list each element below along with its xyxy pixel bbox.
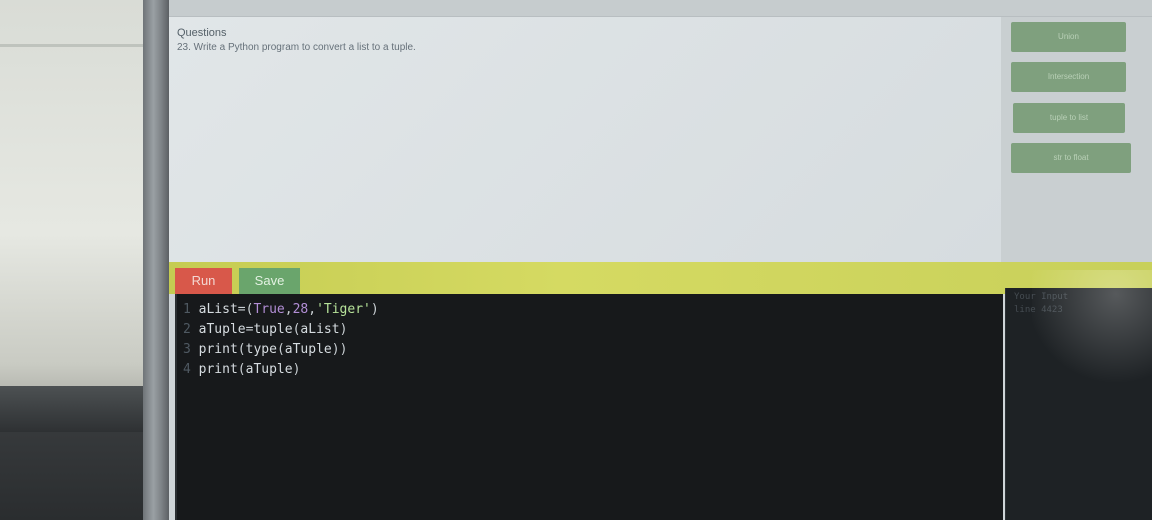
code-token: True <box>253 302 285 317</box>
code-line[interactable]: 1 aList=(True,28,'Tiger') <box>183 302 379 317</box>
desk-shelf <box>0 386 143 432</box>
output-line: Your Input <box>1014 292 1069 302</box>
code-token: , <box>308 302 317 317</box>
code-token: aList <box>300 322 340 337</box>
editor-gutter <box>175 294 177 520</box>
background-wall <box>0 0 143 520</box>
questions-heading: Questions <box>177 27 227 39</box>
code-token: type <box>245 342 277 357</box>
question-panel: Questions 23. Write a Python program to … <box>169 17 1001 262</box>
line-number: 1 <box>183 302 199 317</box>
code-token: ) <box>292 362 301 377</box>
code-line[interactable]: 3 print(type(aTuple)) <box>183 342 347 357</box>
code-token: ) <box>339 342 348 357</box>
code-token: ) <box>370 302 379 317</box>
code-token: ( <box>276 342 285 357</box>
code-token: print <box>198 362 238 377</box>
monitor-bezel <box>143 0 169 520</box>
code-token: ( <box>237 362 246 377</box>
code-token: aTuple <box>284 342 332 357</box>
line-number: 4 <box>183 362 199 377</box>
output-line: line 4423 <box>1014 305 1063 315</box>
code-token: aList <box>198 302 238 317</box>
code-editor[interactable]: 1 aList=(True,28,'Tiger') 2 aTuple=tuple(… <box>175 294 1003 520</box>
monitor-screen: Questions 23. Write a Python program to … <box>169 0 1152 520</box>
save-button[interactable]: Save <box>239 268 300 294</box>
browser-top-bar <box>169 0 1152 17</box>
code-token: aTuple <box>245 362 293 377</box>
snippet-panel: Union Intersection tuple to list str to … <box>1001 17 1152 262</box>
wall-trim <box>0 44 143 47</box>
code-token: ) <box>331 342 340 357</box>
code-token: ( <box>237 342 246 357</box>
code-token: tuple <box>253 322 293 337</box>
code-token: 28 <box>292 302 309 317</box>
code-token: = <box>237 302 246 317</box>
run-button[interactable]: Run <box>175 268 232 294</box>
question-text: 23. Write a Python program to convert a … <box>177 42 416 53</box>
code-line[interactable]: 2 aTuple=tuple(aList) <box>183 322 347 337</box>
snippet-union-button[interactable]: Union <box>1011 22 1126 52</box>
snippet-tuple-to-list-button[interactable]: tuple to list <box>1013 103 1125 133</box>
output-pane: Your Input line 4423 <box>1005 288 1152 520</box>
code-token: print <box>198 342 238 357</box>
snippet-intersection-button[interactable]: Intersection <box>1011 62 1126 92</box>
code-line[interactable]: 4 print(aTuple) <box>183 362 300 377</box>
snippet-str-to-float-button[interactable]: str to float <box>1011 143 1131 173</box>
code-token: 'Tiger' <box>316 302 371 317</box>
code-token: aTuple <box>198 322 246 337</box>
line-number: 3 <box>183 342 199 357</box>
code-token: ) <box>339 322 348 337</box>
code-token: , <box>284 302 293 317</box>
line-number: 2 <box>183 322 199 337</box>
